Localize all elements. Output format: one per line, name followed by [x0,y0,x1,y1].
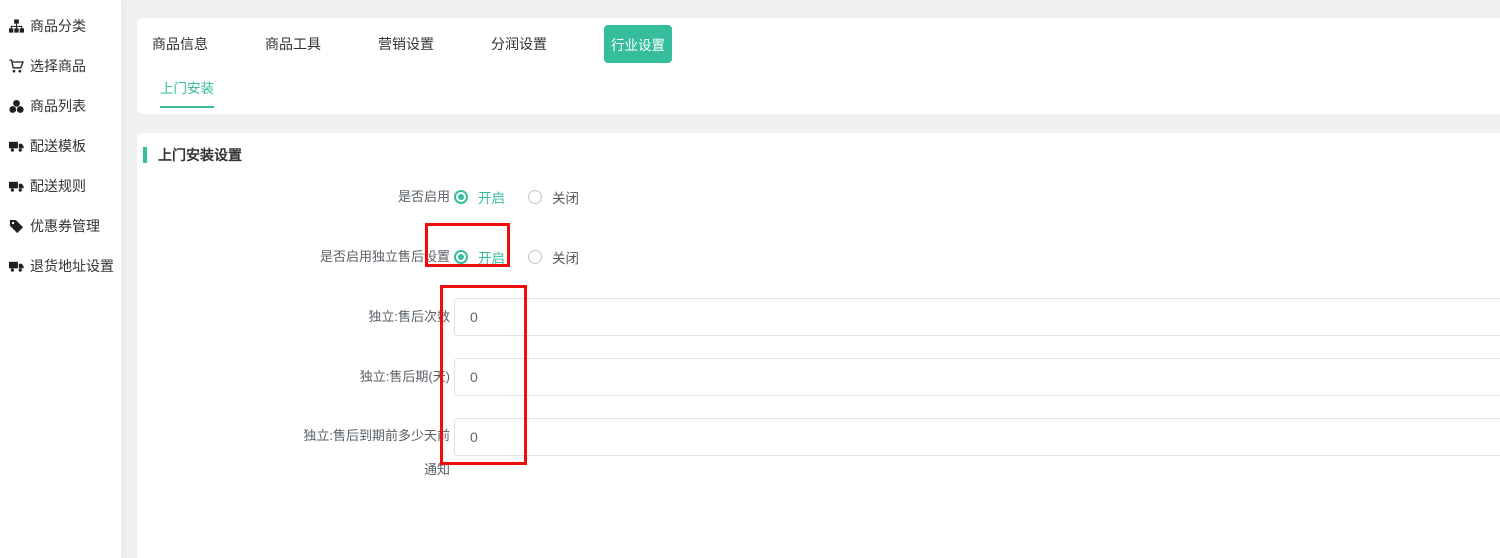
tab-industry-settings[interactable]: 行业设置 [604,25,672,63]
settings-form: 是否启用 开启 关闭 是否启用独立售后设置 开启 [137,167,1500,467]
tab-goods-tools[interactable]: 商品工具 [265,34,321,54]
radio-group-enable: 开启 关闭 [454,187,1500,207]
sidebar-item-return-address[interactable]: 退货地址设置 [0,246,121,286]
aftersale-count-input[interactable] [454,298,1500,336]
field-label: 是否启用 [137,187,450,207]
radio-unselected-icon [528,250,542,264]
tab-goods-info[interactable]: 商品信息 [152,34,208,54]
aftersale-notify-days-input[interactable] [454,418,1500,456]
field-label: 是否启用独立售后设置 [137,247,450,267]
radio-option-on[interactable]: 开启 [454,247,505,267]
field-label: 独立:售后期(天) [137,367,450,387]
radio-option-on[interactable]: 开启 [454,187,505,207]
radio-option-off[interactable]: 关闭 [528,187,579,207]
section-header: 上门安装设置 [143,147,1500,163]
sidebar-item-label: 配送模板 [30,136,86,156]
field-control [454,298,1500,336]
tab-marketing-settings[interactable]: 营销设置 [378,34,434,54]
sidebar-item-label: 优惠券管理 [30,216,100,236]
sidebar-item-delivery-rules[interactable]: 配送规则 [0,166,121,206]
truck-icon [8,258,24,274]
sidebar-item-label: 退货地址设置 [30,256,114,276]
radio-selected-icon [454,190,468,204]
aftersale-period-input[interactable] [454,358,1500,396]
field-control [454,418,1500,456]
form-row-enable-independent-aftersale: 是否启用独立售后设置 开启 关闭 [137,227,1500,287]
sidebar-item-goods-list[interactable]: 商品列表 [0,86,121,126]
tag-icon [8,218,24,234]
tabs-card: 商品信息 商品工具 营销设置 分润设置 行业设置 上门安装 [137,18,1500,114]
settings-card: 上门安装设置 是否启用 开启 关闭 是否启用独立售后设置 [137,133,1500,558]
sidebar: 商品分类 选择商品 商品列表 配送模板 配送规则 优惠券管理 退货地址设置 [0,0,122,558]
section-title: 上门安装设置 [158,145,242,165]
form-row-aftersale-period: 独立:售后期(天) [137,347,1500,407]
truck-icon [8,138,24,154]
section-accent-bar [143,147,147,163]
sidebar-item-label: 选择商品 [30,56,86,76]
radio-option-off[interactable]: 关闭 [528,247,579,267]
truck-icon [8,178,24,194]
form-row-aftersale-notify-days: 独立:售后到期前多少天前通知 [137,407,1500,467]
radio-group-independent-aftersale: 开启 关闭 [454,247,1500,267]
form-row-aftersale-count: 独立:售后次数 [137,287,1500,347]
tab-bar: 商品信息 商品工具 营销设置 分润设置 行业设置 [137,18,1500,70]
radio-unselected-icon [528,190,542,204]
radio-selected-icon [454,250,468,264]
sidebar-item-label: 配送规则 [30,176,86,196]
field-label: 独立:售后次数 [137,307,450,327]
sidebar-item-coupon-management[interactable]: 优惠券管理 [0,206,121,246]
subtab-door-installation[interactable]: 上门安装 [160,77,214,108]
form-row-enable: 是否启用 开启 关闭 [137,167,1500,227]
field-label: 独立:售后到期前多少天前通知 [137,407,450,487]
product-list-icon [8,98,24,114]
cart-icon [8,58,24,74]
sidebar-item-label: 商品分类 [30,16,86,36]
tab-profit-settings[interactable]: 分润设置 [491,34,547,54]
category-tree-icon [8,18,24,34]
field-control [454,358,1500,396]
sidebar-item-goods-category[interactable]: 商品分类 [0,6,121,46]
sidebar-item-delivery-template[interactable]: 配送模板 [0,126,121,166]
sidebar-item-label: 商品列表 [30,96,86,116]
sidebar-item-select-goods[interactable]: 选择商品 [0,46,121,86]
